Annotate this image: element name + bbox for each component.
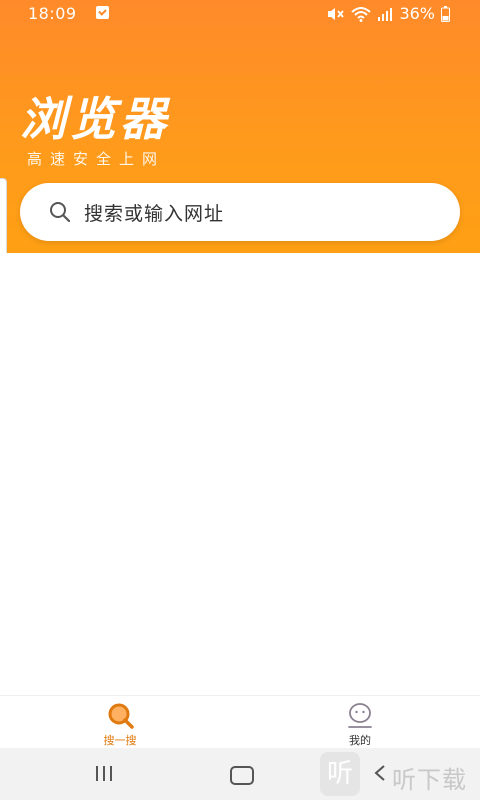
watermark-text: 听下载	[392, 766, 467, 794]
watermark-logo: 听	[320, 752, 360, 796]
content-area	[0, 253, 480, 695]
tab-search[interactable]: 搜一搜	[80, 702, 160, 748]
profile-face-icon	[348, 703, 372, 728]
search-bar[interactable]: 搜索或输入网址	[20, 183, 460, 241]
search-placeholder[interactable]: 搜索或输入网址	[84, 199, 224, 226]
status-time: 18:09	[28, 4, 77, 23]
status-bar: 18:09 36%	[0, 0, 480, 28]
back-button[interactable]	[370, 762, 392, 784]
tab-mine[interactable]: 我的	[320, 702, 400, 748]
search-magnifier-icon	[108, 703, 134, 729]
app-subtitle: 高速安全上网	[27, 150, 166, 168]
tab-mine-label: 我的	[349, 734, 371, 747]
wifi-icon	[351, 6, 372, 22]
tab-search-label: 搜一搜	[103, 734, 137, 747]
status-right-group: 36%	[327, 4, 450, 23]
app-title: 浏览器	[20, 92, 170, 146]
recent-apps-button[interactable]	[96, 766, 112, 781]
mute-icon	[327, 6, 345, 22]
bottom-nav: 搜一搜 我的	[0, 695, 480, 749]
battery-icon	[441, 5, 450, 22]
notification-check-icon	[96, 6, 109, 19]
home-button[interactable]	[230, 766, 254, 785]
signal-icon	[377, 7, 393, 21]
search-icon	[50, 202, 71, 223]
battery-percent: 36%	[399, 4, 435, 23]
